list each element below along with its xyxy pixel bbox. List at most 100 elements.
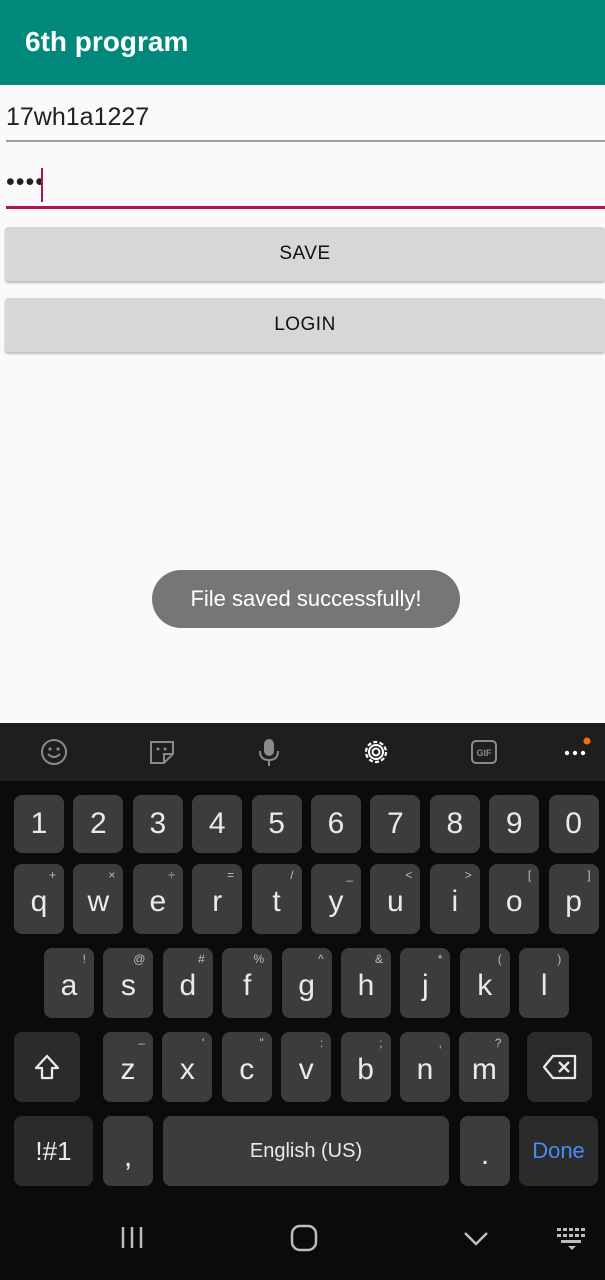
key-h[interactable]: h & <box>341 948 391 1018</box>
home-icon[interactable] <box>288 1222 320 1254</box>
key-d[interactable]: d # <box>162 948 213 1018</box>
done-key[interactable]: Done <box>519 1116 598 1186</box>
key-q[interactable]: q + <box>14 864 64 934</box>
key-hint: % <box>253 952 265 966</box>
shift-key[interactable] <box>14 1032 80 1102</box>
key-label: o <box>505 885 523 918</box>
key-label: m <box>471 1053 497 1086</box>
key-c[interactable]: c " <box>221 1032 272 1102</box>
key-y[interactable]: y _ <box>311 864 361 934</box>
key-label: !#1 <box>35 1135 72 1166</box>
key-label: n <box>416 1053 434 1086</box>
password-value: •••• <box>6 168 46 196</box>
key-5[interactable]: 5 <box>251 795 302 853</box>
key-9[interactable]: 9 <box>489 795 540 853</box>
svg-text:GIF: GIF <box>477 748 493 758</box>
key-v[interactable]: v: <box>281 1032 332 1102</box>
key-8[interactable]: 8 <box>429 795 480 853</box>
app-title: 6th program <box>25 26 189 57</box>
key-z[interactable]: z – <box>103 1032 153 1102</box>
username-value: 17wh1a1227 <box>6 103 150 131</box>
key-hint: – <box>138 1036 145 1050</box>
backspace-key[interactable] <box>527 1032 592 1102</box>
settings-icon[interactable] <box>361 737 391 767</box>
key-label: Done <box>532 1138 585 1163</box>
gif-icon[interactable]: GIF <box>469 737 499 767</box>
key-g[interactable]: g ^ <box>281 948 332 1018</box>
back-icon[interactable] <box>460 1222 492 1254</box>
key-hint: _ <box>346 868 353 882</box>
key-2[interactable]: 2 <box>73 795 124 853</box>
key-f[interactable]: f% <box>222 948 273 1018</box>
key-l[interactable]: l) <box>519 948 570 1018</box>
shift-icon <box>34 1054 60 1080</box>
period-key[interactable]: . <box>460 1116 510 1186</box>
key-label: 1 <box>30 807 48 840</box>
mic-icon[interactable] <box>254 737 284 767</box>
key-3[interactable]: 3 <box>132 795 183 853</box>
key-hint: * <box>437 952 443 966</box>
key-hint: / <box>290 868 294 882</box>
key-0[interactable]: 0 <box>548 795 599 853</box>
key-t[interactable]: t / <box>251 864 302 934</box>
text-cursor <box>41 168 43 202</box>
key-7[interactable]: 7 <box>370 795 421 853</box>
toast-message: File saved successfully! <box>152 570 460 628</box>
login-button[interactable]: LOGIN <box>5 298 605 352</box>
backspace-icon <box>542 1054 576 1080</box>
key-s[interactable]: s @ <box>103 948 154 1018</box>
key-4[interactable]: 4 <box>192 795 243 853</box>
save-button[interactable]: SAVE <box>5 227 605 281</box>
key-n[interactable]: n, <box>400 1032 450 1102</box>
key-hint: > <box>464 868 472 882</box>
key-1[interactable]: 1 <box>14 795 64 853</box>
key-r[interactable]: r = <box>192 864 243 934</box>
app-bar: 6th program <box>0 0 605 85</box>
key-hint: + <box>48 868 56 882</box>
key-x[interactable]: x ' <box>162 1032 213 1102</box>
sticker-icon[interactable] <box>147 737 177 767</box>
key-label: w <box>87 885 110 918</box>
key-label: 9 <box>505 807 523 840</box>
key-label: i <box>451 885 459 918</box>
key-hint: @ <box>133 952 146 966</box>
symbols-key[interactable]: !#1 <box>14 1116 93 1186</box>
key-label: 7 <box>387 807 404 840</box>
key-w[interactable]: w × <box>73 864 124 934</box>
key-o[interactable]: o[ <box>489 864 540 934</box>
key-b[interactable]: b; <box>340 1032 391 1102</box>
key-label: r <box>212 885 223 918</box>
key-label: 3 <box>149 807 167 840</box>
key-e[interactable]: e ÷ <box>132 864 183 934</box>
key-j[interactable]: j * <box>400 948 451 1018</box>
keyboard-icon[interactable] <box>555 1222 589 1252</box>
key-p[interactable]: p] <box>548 864 599 934</box>
comma-key[interactable]: , <box>103 1116 153 1186</box>
key-6[interactable]: 6 <box>311 795 361 853</box>
password-field[interactable]: •••• <box>6 162 605 209</box>
key-hint: ! <box>82 952 86 966</box>
key-hint: ] <box>587 868 591 882</box>
key-label: 0 <box>565 807 582 840</box>
username-field[interactable]: 17wh1a1227 <box>6 98 605 142</box>
key-label: b <box>357 1053 374 1086</box>
key-m[interactable]: m? <box>459 1032 510 1102</box>
key-label: f <box>243 969 252 1002</box>
key-hint: : <box>319 1036 324 1050</box>
key-hint: & <box>374 952 383 966</box>
key-hint: , <box>438 1036 442 1050</box>
space-key[interactable]: English (US) <box>163 1116 449 1186</box>
key-hint: ^ <box>317 952 324 966</box>
key-a[interactable]: a! <box>44 948 94 1018</box>
more-icon[interactable] <box>561 737 591 767</box>
recents-icon[interactable] <box>118 1222 148 1252</box>
key-i[interactable]: i > <box>429 864 480 934</box>
key-hint: [ <box>527 868 532 882</box>
key-hint: ; <box>379 1036 383 1050</box>
key-u[interactable]: u < <box>370 864 421 934</box>
keyboard-toolbar: GIF <box>0 723 605 781</box>
emoji-icon[interactable] <box>39 737 69 767</box>
key-hint: " <box>259 1036 264 1050</box>
key-label: k <box>477 969 493 1002</box>
key-k[interactable]: k( <box>459 948 510 1018</box>
